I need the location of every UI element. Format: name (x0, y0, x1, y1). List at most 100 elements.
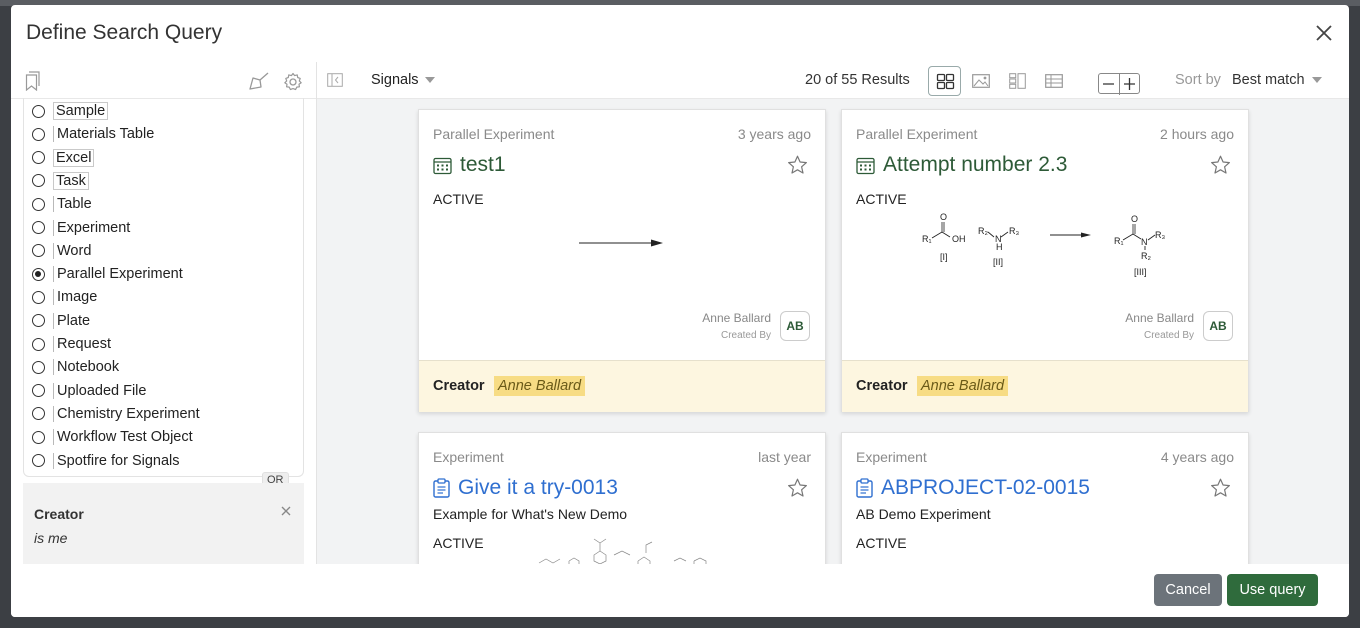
created-by-label: Created By (1143, 330, 1194, 341)
entity-type-option[interactable]: Workflow Test Object (32, 426, 193, 448)
result-card[interactable]: Experiment 4 years ago ABPROJECT-02-0015… (841, 432, 1249, 565)
radio-unselected[interactable] (32, 174, 45, 188)
use-query-button[interactable]: Use query (1227, 574, 1318, 606)
saved-queries-icon[interactable] (25, 71, 41, 91)
entity-type-option[interactable]: Image (32, 286, 97, 308)
reaction-n2: N (1141, 237, 1148, 247)
card-status: ACTIVE (433, 535, 484, 551)
dialog-title: Define Search Query (26, 21, 223, 44)
radio-unselected[interactable] (32, 197, 45, 211)
entity-type-option[interactable]: Word (32, 240, 91, 262)
results-count: 20 of 55 Results (805, 72, 910, 88)
card-status: ACTIVE (856, 191, 907, 207)
radio-unselected[interactable] (32, 454, 45, 467)
grid-view-icon (936, 73, 955, 90)
creator-name: Anne Ballard (1125, 311, 1194, 325)
entity-type-label: Image (53, 289, 97, 306)
reaction-h: H (996, 242, 1003, 252)
entity-type-option[interactable]: Excel (32, 147, 95, 169)
radio-unselected[interactable] (32, 127, 45, 141)
radio-unselected[interactable] (32, 151, 45, 165)
entity-type-option[interactable]: Sample (32, 100, 109, 122)
favorite-star-icon[interactable] (787, 478, 808, 498)
favorite-star-icon[interactable] (787, 155, 808, 175)
card-entity-type: Parallel Experiment (433, 126, 555, 142)
sort-dropdown[interactable]: Best match (1232, 72, 1322, 88)
card-timestamp: 4 years ago (1160, 449, 1234, 465)
entity-type-option[interactable]: Experiment (32, 217, 130, 239)
table-view-icon[interactable] (1045, 74, 1063, 88)
entity-type-label: Workflow Test Object (53, 429, 193, 446)
card-title-link[interactable]: test1 (460, 153, 506, 177)
entity-type-option[interactable]: Spotfire for Signals (32, 450, 180, 472)
favorite-star-icon[interactable] (1210, 155, 1231, 175)
match-field-label: Creator (856, 378, 908, 394)
zoom-in-icon[interactable] (1120, 74, 1140, 95)
radio-unselected[interactable] (32, 104, 45, 118)
image-view-icon[interactable] (972, 74, 990, 88)
radio-unselected[interactable] (32, 337, 45, 351)
radio-unselected[interactable] (32, 221, 45, 234)
card-title-link[interactable]: Attempt number 2.3 (883, 153, 1067, 177)
card-entity-type: Parallel Experiment (856, 126, 978, 142)
result-card[interactable]: Parallel Experiment 2 hours ago Attempt … (841, 109, 1249, 412)
card-title-row: Give it a try-0013 (433, 476, 618, 500)
preview-view-icon[interactable] (1009, 73, 1026, 89)
entity-type-option[interactable]: Chemistry Experiment (32, 403, 200, 425)
calendar-icon (856, 157, 875, 174)
entity-type-label: Parallel Experiment (53, 266, 183, 283)
entity-type-option[interactable]: Notebook (32, 356, 119, 378)
avatar: AB (780, 311, 810, 341)
radio-unselected[interactable] (32, 384, 45, 398)
favorite-star-icon[interactable] (1210, 478, 1231, 498)
created-by-label: Created By (720, 330, 771, 341)
result-card[interactable]: Parallel Experiment 3 years ago test1 AC… (418, 109, 826, 412)
entity-type-label: Spotfire for Signals (53, 452, 180, 469)
source-dropdown[interactable]: Signals (371, 72, 435, 88)
creator-criterion[interactable]: Creator is me (23, 483, 304, 565)
query-builder-panel: Sample Materials Table Excel Task Table Exper… (11, 62, 317, 565)
entity-type-option[interactable]: Materials Table (32, 123, 154, 145)
collapse-panel-icon[interactable] (327, 73, 343, 87)
card-title-link[interactable]: ABPROJECT-02-0015 (881, 476, 1090, 500)
card-title-row: ABPROJECT-02-0015 (856, 476, 1090, 500)
radio-selected[interactable] (32, 267, 45, 281)
radio-unselected[interactable] (32, 407, 45, 421)
entity-type-option[interactable]: Task (32, 170, 89, 192)
reaction-label-3: [III] (1134, 267, 1147, 277)
gear-icon[interactable] (283, 72, 303, 92)
criterion-value: is me (34, 530, 68, 546)
radio-unselected[interactable] (32, 314, 45, 328)
card-title-row: test1 (433, 153, 506, 177)
chevron-down-icon (424, 77, 435, 83)
search-query-dialog: Define Search Query Sample Materials Tabl… (11, 5, 1349, 617)
card-title-link[interactable]: Give it a try-0013 (458, 476, 618, 500)
entity-type-option[interactable]: Table (32, 193, 92, 215)
reaction-o2: O (1131, 214, 1138, 224)
radio-unselected[interactable] (32, 244, 45, 258)
card-timestamp: 2 hours ago (1160, 126, 1234, 142)
reaction-r1: R₁ (922, 234, 932, 244)
results-toolbar: Signals 20 of 55 Results Sort by Best ma… (317, 62, 1349, 99)
entity-type-label: Materials Table (53, 126, 154, 143)
entity-type-option[interactable]: Request (32, 333, 111, 355)
match-highlight: Anne Ballard (494, 376, 586, 396)
chevron-down-icon (1311, 77, 1322, 83)
reaction-r1b: R₁ (1114, 236, 1124, 246)
entity-type-option[interactable]: Uploaded File (32, 380, 146, 402)
result-card[interactable]: Experiment last year Give it a try-0013 … (418, 432, 826, 565)
entity-type-option[interactable]: Parallel Experiment (32, 263, 183, 285)
radio-unselected[interactable] (32, 360, 45, 374)
close-icon[interactable] (1313, 22, 1335, 44)
grid-view-button[interactable] (928, 66, 961, 96)
card-description: Example for What's New Demo (433, 506, 628, 522)
creator-name: Anne Ballard (702, 311, 771, 325)
radio-unselected[interactable] (32, 290, 45, 304)
clipboard-icon (856, 478, 873, 498)
card-title-row: Attempt number 2.3 (856, 153, 1067, 177)
clear-broom-icon[interactable] (248, 71, 270, 91)
entity-type-option[interactable]: Plate (32, 310, 90, 332)
radio-unselected[interactable] (32, 430, 45, 444)
cancel-button[interactable]: Cancel (1154, 574, 1222, 606)
remove-criterion-icon[interactable] (280, 505, 292, 517)
